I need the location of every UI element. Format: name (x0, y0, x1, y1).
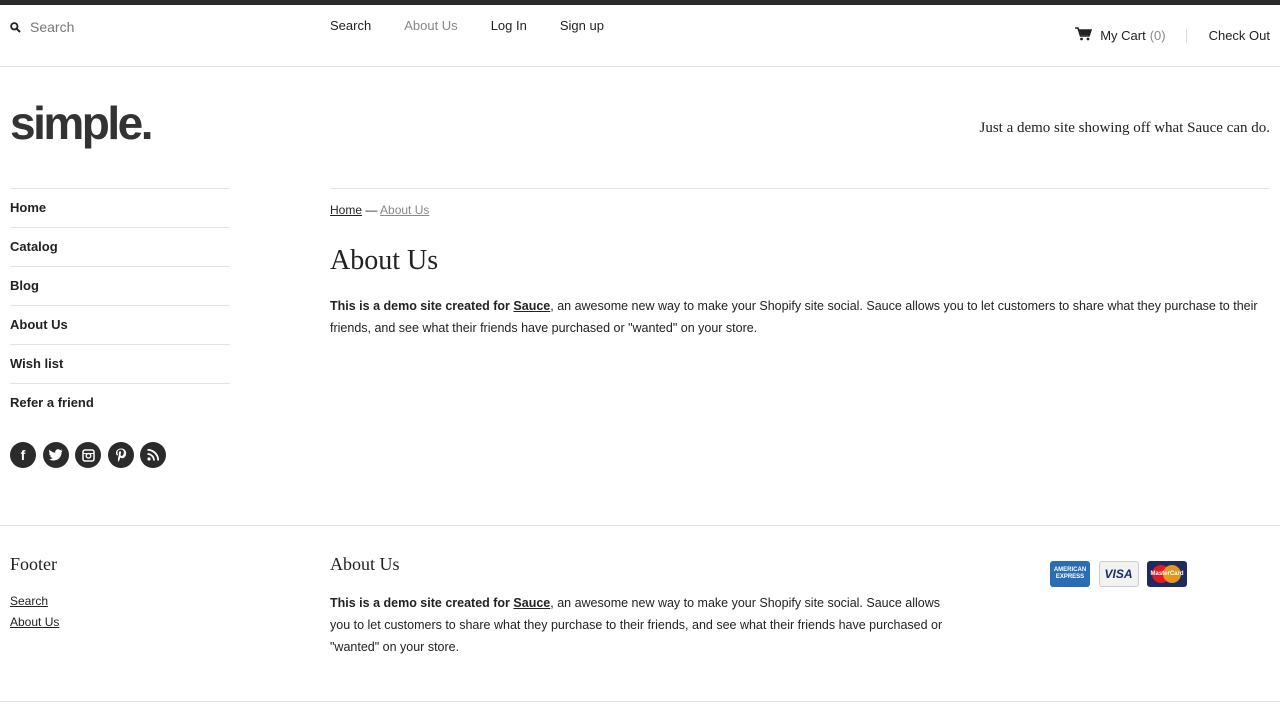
facebook-icon[interactable]: f (10, 442, 36, 468)
my-cart-link[interactable]: My Cart (0) (1075, 27, 1166, 44)
american-express-icon: AMERICAN EXPRESS (1050, 561, 1090, 587)
top-nav-about-us[interactable]: About Us (404, 18, 457, 33)
cart-divider (1185, 28, 1187, 43)
page-body: This is a demo site created for Sauce, a… (330, 295, 1270, 339)
footer-title: Footer (10, 554, 57, 574)
social-links: f (10, 442, 173, 468)
pinterest-icon[interactable] (107, 442, 134, 468)
intro-bold: This is a demo site created for (330, 299, 510, 313)
site-logo[interactable]: simple. (10, 96, 154, 150)
check-out-link[interactable]: Check Out (1209, 28, 1270, 43)
twitter-icon[interactable] (42, 442, 69, 468)
top-nav-sign-up[interactable]: Sign up (560, 18, 604, 33)
visa-label: VISA (1104, 566, 1133, 581)
sidebar-item-catalog[interactable]: Catalog (10, 228, 230, 267)
footer-about-column: About Us This is a demo site created for… (330, 554, 950, 658)
footer: Footer Search About Us About Us This is … (0, 525, 1280, 702)
site-tagline: Just a demo site showing off what Sauce … (979, 120, 1270, 136)
sidebar-item-refer-a-friend[interactable]: Refer a friend (10, 384, 230, 423)
cart-icon (1075, 27, 1100, 44)
main-content: Home — About Us About Us This is a demo … (330, 188, 1270, 339)
sauce-link[interactable]: Sauce (513, 299, 550, 313)
breadcrumb-home[interactable]: Home (330, 203, 362, 217)
footer-link-search[interactable]: Search (10, 591, 59, 612)
mastercard-label: MasterCard (1150, 570, 1184, 577)
top-nav-log-in[interactable]: Log In (491, 18, 527, 33)
instagram-icon[interactable] (75, 442, 101, 468)
footer-links: Search About Us (10, 591, 59, 633)
footer-link-about-us[interactable]: About Us (10, 612, 59, 633)
breadcrumb-separator: — (365, 203, 378, 217)
footer-sauce-link[interactable]: Sauce (513, 596, 550, 610)
sidebar-item-wish-list[interactable]: Wish list (10, 345, 230, 384)
page-title: About Us (330, 245, 439, 276)
top-nav: Search About Us Log In Sign up (330, 18, 637, 33)
cart-area: My Cart (0) Check Out (1075, 27, 1270, 44)
breadcrumb: Home — About Us (330, 203, 1270, 217)
sidebar-item-about-us[interactable]: About Us (10, 306, 230, 345)
search-icon[interactable] (10, 21, 21, 33)
sidebar-item-blog[interactable]: Blog (10, 267, 230, 306)
payment-cards: AMERICAN EXPRESS VISA MasterCard (1050, 561, 1196, 587)
cart-count: (0) (1149, 28, 1166, 43)
footer-links-column: Footer Search About Us (10, 554, 59, 633)
sidebar-item-home[interactable]: Home (10, 189, 230, 228)
sidebar-nav: Home Catalog Blog About Us Wish list Ref… (10, 188, 230, 423)
footer-about-text: This is a demo site created for Sauce, a… (330, 592, 950, 658)
top-nav-search[interactable]: Search (330, 18, 371, 33)
footer-about-title: About Us (330, 554, 400, 574)
visa-icon: VISA (1098, 561, 1139, 587)
rss-icon[interactable] (140, 442, 166, 468)
header: Search About Us Log In Sign up My Cart (… (0, 5, 1280, 67)
mastercard-icon: MasterCard (1147, 561, 1187, 587)
breadcrumb-current[interactable]: About Us (380, 203, 429, 217)
search-input[interactable] (30, 18, 230, 36)
footer-intro-bold: This is a demo site created for (330, 596, 510, 610)
cart-label: My Cart (1100, 28, 1146, 43)
search-box (10, 18, 230, 36)
amex-label: AMERICAN EXPRESS (1053, 567, 1087, 580)
